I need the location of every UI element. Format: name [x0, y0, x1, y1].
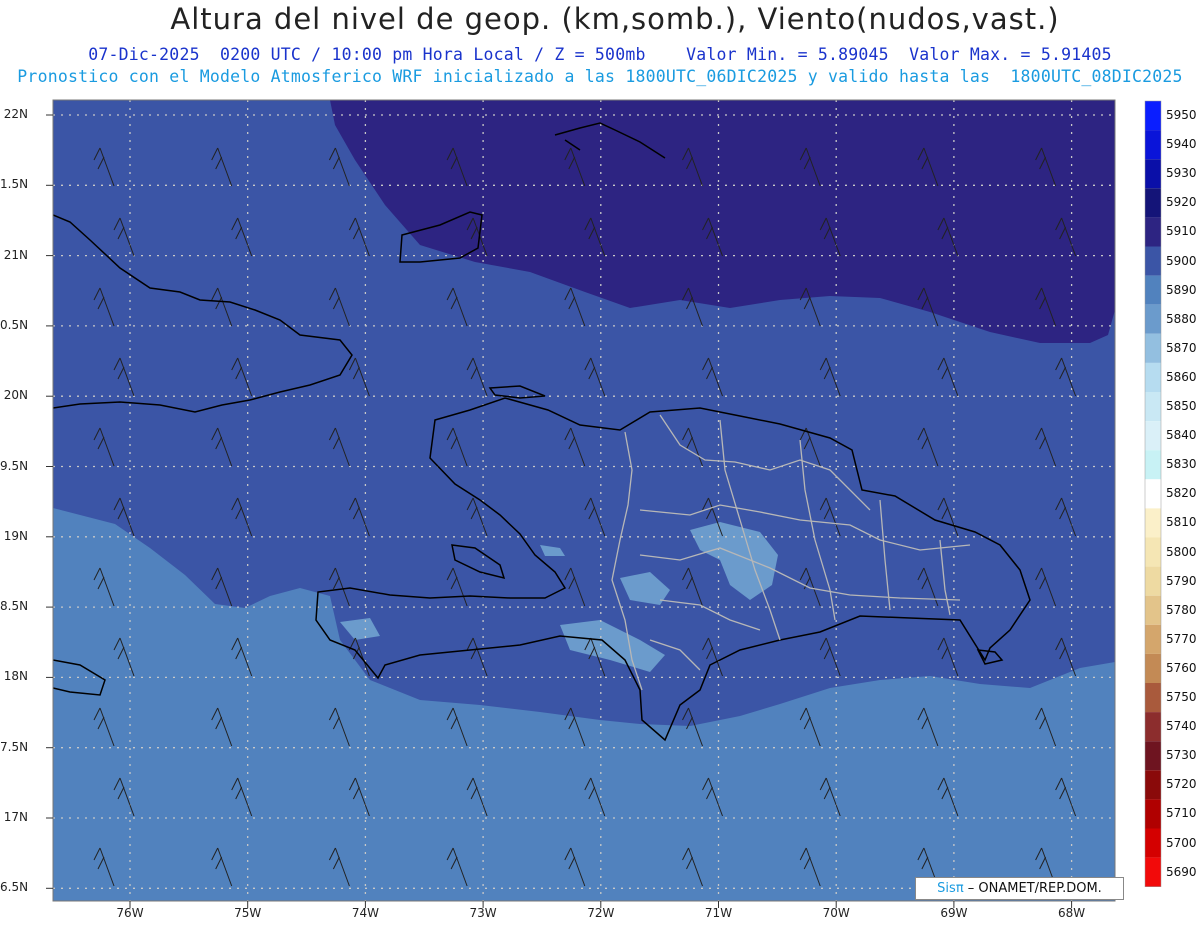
- lat-label: 8.5N: [0, 599, 29, 614]
- credit-logo: Sis: [937, 881, 956, 896]
- colorbar-label: 5730: [1166, 748, 1197, 763]
- colorbar-label: 5920: [1166, 195, 1197, 210]
- colorbar-swatch: [1145, 799, 1161, 829]
- colorbar-label: 5950: [1166, 108, 1197, 122]
- credit-pi: π: [955, 881, 964, 896]
- colorbar-label: 5720: [1166, 777, 1197, 792]
- colorbar-swatch: [1145, 159, 1161, 189]
- lat-label: 0.5N: [0, 317, 29, 332]
- colorbar-swatch: [1145, 246, 1161, 276]
- colorbar-swatch: [1145, 508, 1161, 538]
- colorbar-swatch: [1145, 130, 1161, 160]
- colorbar-label: 5790: [1166, 573, 1197, 588]
- colorbar-swatch: [1145, 857, 1161, 887]
- colorbar-swatch: [1145, 479, 1161, 509]
- forecast-map: [46, 99, 1162, 908]
- colorbar-swatch: [1145, 828, 1161, 858]
- colorbar-swatch: [1145, 101, 1161, 131]
- colorbar-swatch: [1145, 450, 1161, 480]
- colorbar-swatch: [1145, 624, 1161, 654]
- colorbar-swatch: [1145, 683, 1161, 713]
- colorbar-swatch: [1145, 595, 1161, 625]
- lat-label: 7.5N: [0, 739, 29, 754]
- colorbar-label: 5690: [1166, 864, 1197, 879]
- colorbar-label: 5810: [1166, 515, 1197, 530]
- colorbar-label: 5700: [1166, 835, 1197, 850]
- colorbar-label: 5940: [1166, 137, 1197, 152]
- lon-label: 69W: [940, 906, 968, 920]
- colorbar-swatch: [1145, 741, 1161, 771]
- lat-label: 17N: [3, 810, 28, 824]
- credit-box: Sisπ – ONAMET/REP.DOM.: [915, 877, 1124, 900]
- lon-label: 72W: [587, 906, 615, 920]
- lon-label: 73W: [469, 906, 497, 920]
- lat-label: 20N: [3, 388, 28, 403]
- colorbar-swatch: [1145, 217, 1161, 247]
- colorbar-label: 5840: [1166, 428, 1197, 443]
- colorbar-swatch: [1145, 304, 1161, 334]
- colorbar-label: 5850: [1166, 399, 1197, 413]
- colorbar-swatch: [1145, 362, 1161, 392]
- colorbar-swatch: [1145, 653, 1161, 683]
- lat-label: 21N: [3, 247, 28, 262]
- colorbar-label: 5900: [1166, 253, 1197, 268]
- colorbar: [1144, 100, 1162, 887]
- colorbar-label: 5800: [1166, 544, 1197, 559]
- colorbar-swatch: [1145, 537, 1161, 567]
- colorbar-label: 5750: [1166, 690, 1197, 704]
- lon-label: 68W: [1058, 906, 1086, 920]
- credit-text: – ONAMET/REP.DOM.: [967, 881, 1102, 896]
- colorbar-label: 5910: [1166, 224, 1197, 239]
- colorbar-label: 5780: [1166, 602, 1197, 617]
- colorbar-swatch: [1145, 188, 1161, 218]
- colorbar-label: 5860: [1166, 369, 1197, 384]
- lat-label: 18N: [3, 669, 28, 684]
- lon-label: 71W: [704, 906, 733, 920]
- geopotential-shading: [53, 100, 1115, 901]
- colorbar-label: 5890: [1166, 282, 1197, 297]
- colorbar-label: 5870: [1166, 340, 1197, 355]
- colorbar-swatch: [1145, 333, 1161, 363]
- lon-label: 70W: [822, 906, 850, 920]
- lon-label: 74W: [351, 906, 379, 920]
- colorbar-swatch: [1145, 275, 1161, 305]
- lon-label: 76W: [116, 906, 144, 920]
- colorbar-label: 5710: [1166, 806, 1197, 821]
- colorbar-swatch: [1145, 392, 1161, 422]
- lon-label: 75W: [234, 906, 262, 920]
- colorbar-label: 5930: [1166, 166, 1197, 181]
- colorbar-label: 5880: [1166, 311, 1197, 326]
- lat-label: 22N: [3, 107, 28, 121]
- colorbar-label: 5820: [1166, 486, 1197, 501]
- lat-label: 1.5N: [0, 177, 29, 192]
- colorbar-swatch: [1145, 421, 1161, 451]
- colorbar-label: 5760: [1166, 660, 1197, 675]
- colorbar-swatch: [1145, 712, 1161, 742]
- colorbar-swatch: [1145, 770, 1161, 800]
- colorbar-label: 5740: [1166, 719, 1197, 734]
- colorbar-label: 5830: [1166, 457, 1197, 472]
- lat-label: 6.5N: [0, 880, 29, 895]
- lat-label: 19N: [3, 528, 28, 543]
- colorbar-swatch: [1145, 566, 1161, 596]
- colorbar-label: 5770: [1166, 631, 1197, 646]
- lat-label: 9.5N: [0, 458, 29, 473]
